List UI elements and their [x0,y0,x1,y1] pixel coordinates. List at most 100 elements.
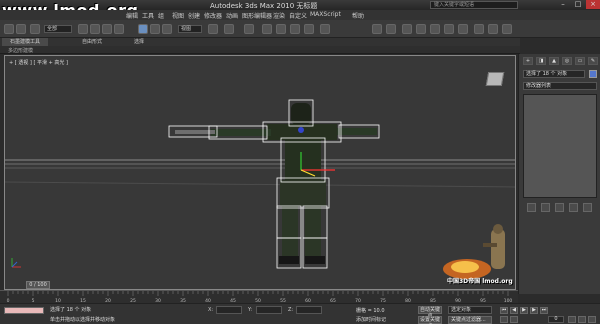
snap-toggle-icon[interactable] [262,24,272,34]
polygon-modeling-label[interactable]: 多边形建模 [8,47,33,54]
window-crossing-icon[interactable] [114,24,124,34]
select-object-icon[interactable] [78,24,88,34]
curve-editor-icon[interactable] [430,24,440,34]
maximize-button[interactable]: □ [571,0,585,9]
undo-icon[interactable] [4,24,14,34]
configure-sets-icon[interactable] [583,203,592,212]
x-coord-field[interactable] [216,306,242,314]
key-filters-button[interactable]: 关键点过滤器... [448,316,492,324]
select-rotate-icon[interactable] [150,24,160,34]
z-coord-field[interactable] [296,306,322,314]
time-slider[interactable]: 0 / 100 [26,281,50,289]
menu-edit[interactable]: 编辑 [126,11,138,20]
axis-tripod-icon [11,258,21,268]
prompt-line: 单击并拖动以选择并移动对象 [50,317,116,323]
mirror-icon[interactable] [372,24,382,34]
spinner-snap-icon[interactable] [304,24,314,34]
tab-hierarchy[interactable]: ▲ [549,57,559,65]
angle-snap-icon[interactable] [276,24,286,34]
graphite-toggle-icon[interactable] [416,24,426,34]
z-label: Z: [288,307,294,313]
close-button[interactable]: × [586,0,600,9]
corner-caption: 中国3D帝国 lmod.org [447,278,513,285]
layer-manager-icon[interactable] [402,24,412,34]
menu-bar: 编辑 工具 组 视图 创建 修改器 动画 图形编辑器 渲染 自定义 MAXScr… [0,10,600,20]
object-color-swatch[interactable] [589,70,597,78]
redo-icon[interactable] [16,24,26,34]
menu-views[interactable]: 视图 [172,11,184,20]
pin-stack-icon[interactable] [527,203,536,212]
tab-display[interactable]: ▭ [575,57,585,65]
tab-freeform[interactable]: 自由形式 [74,38,110,46]
status-bar: 选择了 18 个 对象 单击并拖动以选择并移动对象 X: Y: Z: 栅格 = … [0,303,600,324]
y-coord-field[interactable] [256,306,282,314]
maxscript-listener[interactable] [4,307,44,314]
keyboard-shortcut-icon[interactable] [244,24,254,34]
menu-customize[interactable]: 自定义 [289,11,307,20]
go-to-start-icon[interactable]: ⏮ [500,307,508,314]
object-name-field[interactable]: 选择了 18 个 对象 [523,70,585,78]
tab-graphite-modeling[interactable]: 石墨建模工具 [2,38,49,46]
next-frame-icon[interactable]: ▶ [530,307,538,314]
previous-frame-icon[interactable]: ◀ [510,307,518,314]
current-frame-field[interactable]: 0 [548,316,564,323]
tab-motion[interactable]: ◎ [562,57,572,65]
rendered-frame-icon[interactable] [488,24,498,34]
remove-modifier-icon[interactable] [569,203,578,212]
menu-create[interactable]: 创建 [188,11,200,20]
pan-icon[interactable] [588,316,596,323]
menu-rendering[interactable]: 渲染 [273,11,285,20]
time-config-icon[interactable] [510,316,518,323]
x-label: X: [208,307,214,313]
tab-utilities[interactable]: ✎ [588,57,598,65]
modifier-stack[interactable] [523,94,597,198]
link-icon[interactable] [30,24,40,34]
material-editor-icon[interactable] [458,24,468,34]
viewcube[interactable] [485,72,505,86]
timeline[interactable]: 0 5 10 15 20 25 30 35 40 45 50 55 60 65 70 75 80 85 90 95 10… [0,290,518,304]
menu-maxscript[interactable]: MAXScript [310,11,341,18]
select-scale-icon[interactable] [162,24,172,34]
minimize-button[interactable]: – [556,0,570,9]
make-unique-icon[interactable] [555,203,564,212]
region-select-icon[interactable] [102,24,112,34]
render-icon[interactable] [502,24,512,34]
auto-key-button[interactable]: 自动关键点 [418,306,442,319]
render-setup-icon[interactable] [474,24,484,34]
orbit-icon[interactable] [578,316,586,323]
perspective-viewport[interactable]: + [ 透视 ] [ 平滑 + 高光 ] [4,55,516,290]
manipulate-icon[interactable] [224,24,234,34]
tab-modify[interactable]: ◨ [536,57,546,65]
schematic-view-icon[interactable] [444,24,454,34]
selection-status: 选择了 18 个 对象 [50,307,92,313]
menu-group[interactable]: 组 [158,11,164,20]
grid-size: 栅格 = 10.0 [356,308,385,314]
go-to-end-icon[interactable]: ⏭ [540,307,548,314]
percent-snap-icon[interactable] [290,24,300,34]
align-icon[interactable] [386,24,396,34]
zoom-icon[interactable] [568,316,576,323]
menu-graph-editors[interactable]: 图形编辑器 [242,11,272,20]
key-mode-icon[interactable] [500,316,508,323]
play-icon[interactable]: ▶ [520,307,528,314]
y-label: Y: [248,307,253,313]
select-by-name-icon[interactable] [90,24,100,34]
tab-selection[interactable]: 选择 [126,38,152,46]
named-selection-icon[interactable] [320,24,330,34]
menu-animation[interactable]: 动画 [226,11,238,20]
search-input[interactable]: 键入关键字或短语 [430,1,518,9]
reference-coord-dropdown[interactable]: 视图 [178,25,202,33]
menu-modifiers[interactable]: 修改器 [204,11,222,20]
menu-tools[interactable]: 工具 [142,11,154,20]
set-key-button[interactable]: 设置关键点 [418,316,442,324]
modifier-list-dropdown[interactable]: 修改器列表 [523,82,597,90]
show-end-result-icon[interactable] [541,203,550,212]
tab-create[interactable]: + [523,57,533,65]
selection-filter-dropdown[interactable]: 全部 [44,25,72,33]
grid-line [5,181,515,188]
key-selection-dropdown[interactable]: 选定对象 [448,306,492,314]
pivot-center-icon[interactable] [208,24,218,34]
menu-help[interactable]: 帮助 [352,11,364,20]
select-move-icon[interactable] [138,24,148,34]
add-time-tag[interactable]: 添加时间标记 [356,316,386,323]
